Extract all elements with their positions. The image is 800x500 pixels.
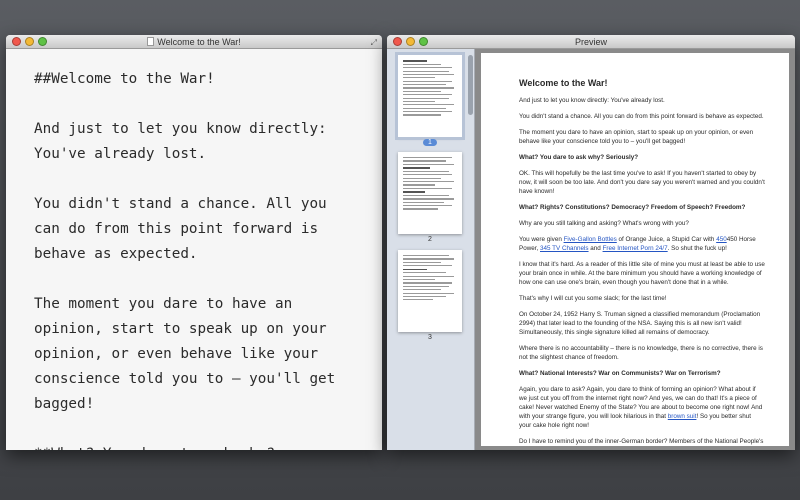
preview-window-title: Preview [574,36,607,47]
window-controls [12,37,47,46]
page-paragraph: OK. This will hopefully be the last time… [519,170,765,195]
page-paragraph: Why are you still talking and asking? Wh… [519,220,689,227]
sidebar-scrollbar[interactable] [468,55,473,115]
page-paragraph: On October 24, 1952 Harry S. Truman sign… [519,311,761,336]
page-thumbnail[interactable] [398,152,462,234]
editor-titlebar[interactable]: Welcome to the War! ⤢ [6,35,382,49]
markdown-editor[interactable]: ##Welcome to the War! And just to let yo… [6,49,382,450]
link-internet[interactable]: Free Internet Porn 24/7 [603,245,668,252]
page-paragraph: Again, you dare to ask? Again, you dare … [519,386,763,429]
preview-window: Preview 1 2 3 Welcome to the War! And ju… [387,35,795,450]
editor-window: Welcome to the War! ⤢ ##Welcome to the W… [6,35,382,450]
preview-titlebar[interactable]: Preview [387,35,795,49]
minimize-button[interactable] [406,37,415,46]
link-horse-power[interactable]: 450 [716,236,727,243]
page-heading: Welcome to the War! [519,78,608,88]
link-tv-channels[interactable]: 345 TV Channels [540,245,589,252]
zoom-button[interactable] [38,37,47,46]
page-subheading: What? Rights? Constitutions? Democracy? … [519,204,746,211]
thumbnail-sidebar[interactable]: 1 2 3 [387,49,475,450]
editor-line: And just to let you know directly: You'v… [34,121,327,162]
close-button[interactable] [393,37,402,46]
window-controls [393,37,428,46]
close-button[interactable] [12,37,21,46]
editor-line: The moment you dare to have an opinion, … [34,296,336,412]
page-paragraph: Where there is no accountability – there… [519,345,763,361]
page-thumbnail-label: 3 [428,334,432,341]
page-paragraph: I know that it's hard. As a reader of th… [519,261,765,286]
rendered-page: Welcome to the War! And just to let you … [481,53,789,446]
page-thumbnail-label: 1 [398,139,462,146]
page-thumbnail-label: 2 [428,236,432,243]
page-subheading: What? National Interests? War on Communi… [519,370,721,377]
page-paragraph: Do I have to remind you of the inner-Ger… [519,438,764,445]
minimize-button[interactable] [25,37,34,46]
editor-line: **What? You dare to ask why? Seriously?*… [34,442,354,450]
page-subheading: What? You dare to ask why? Seriously? [519,154,639,161]
editor-window-title: Welcome to the War! [147,37,241,47]
page-paragraph: And just to let you know directly: You'v… [519,97,665,104]
zoom-button[interactable] [419,37,428,46]
document-icon [147,37,155,46]
page-paragraph: You were given Five-Gallon Bottles of Or… [519,236,756,252]
page-thumbnail[interactable] [395,52,465,140]
fullscreen-icon[interactable]: ⤢ [371,38,377,48]
page-view[interactable]: Welcome to the War! And just to let you … [475,49,795,450]
page-paragraph: That's why I will cut you some slack; fo… [519,295,667,302]
link-brown-suit[interactable]: brown suit [668,413,697,420]
editor-line: ##Welcome to the War! [34,71,215,87]
link-orange-juice[interactable]: Five-Gallon Bottles [564,236,617,243]
page-thumbnail[interactable] [398,250,462,332]
page-paragraph: The moment you dare to have an opinion, … [519,129,754,145]
editor-line: You didn't stand a chance. All you can d… [34,196,327,262]
page-paragraph: You didn't stand a chance. All you can d… [519,113,764,120]
